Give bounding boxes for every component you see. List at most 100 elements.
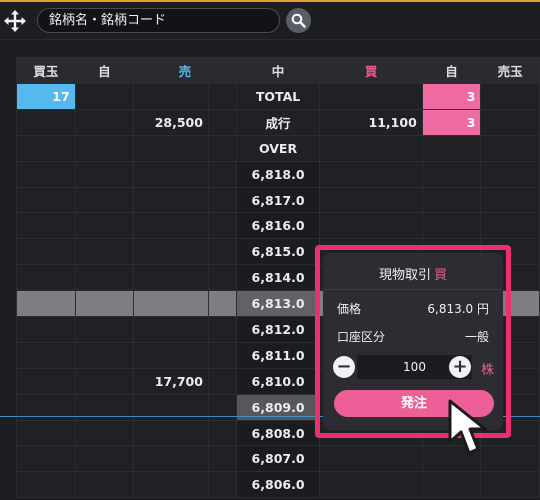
buy-position-cell[interactable]: [16, 471, 76, 499]
sell-side-spacer[interactable]: [207, 134, 237, 162]
sell-cell[interactable]: 28,500: [133, 108, 209, 136]
price-cell[interactable]: 6,807.0: [235, 445, 321, 473]
own-right-cell[interactable]: [421, 134, 482, 162]
sell-position-cell[interactable]: [480, 160, 540, 188]
sell-side-spacer[interactable]: [207, 238, 237, 266]
buy-cell[interactable]: [319, 160, 423, 188]
own-left-cell[interactable]: [74, 264, 135, 292]
sell-side-spacer[interactable]: [207, 316, 237, 343]
sell-cell[interactable]: [133, 471, 209, 499]
own-left-cell[interactable]: [74, 316, 135, 343]
table-row[interactable]: 6,806.0: [16, 471, 540, 499]
own-left-cell[interactable]: [74, 238, 135, 266]
sell-cell[interactable]: [133, 445, 209, 473]
account-type-value[interactable]: 一般: [413, 328, 489, 345]
buy-position-cell[interactable]: [16, 238, 76, 266]
table-row[interactable]: OVER: [16, 134, 540, 162]
price-cell[interactable]: 6,815.0: [235, 238, 321, 266]
table-row[interactable]: 17 TOTAL 3: [16, 83, 540, 110]
buy-cell[interactable]: 11,100: [319, 108, 423, 136]
sell-side-spacer[interactable]: [207, 471, 237, 499]
sell-side-spacer[interactable]: [207, 445, 237, 473]
buy-position-cell[interactable]: [16, 367, 76, 395]
buy-position-cell[interactable]: [16, 108, 76, 136]
sell-cell[interactable]: [133, 83, 209, 110]
sell-cell[interactable]: [133, 212, 209, 240]
own-right-cell[interactable]: [421, 160, 482, 188]
decrease-quantity-button[interactable]: −: [333, 356, 355, 378]
sell-position-cell[interactable]: [480, 134, 540, 162]
own-right-cell[interactable]: [421, 471, 482, 499]
buy-position-cell[interactable]: [16, 341, 76, 369]
sell-cell[interactable]: [133, 316, 209, 343]
sell-cell[interactable]: [133, 160, 209, 188]
increase-quantity-button[interactable]: +: [449, 356, 471, 378]
sell-cell[interactable]: [133, 341, 209, 369]
table-row[interactable]: 6,817.0: [16, 186, 540, 214]
price-cell[interactable]: 6,814.0: [235, 264, 321, 292]
own-left-cell[interactable]: [74, 445, 135, 473]
own-left-cell[interactable]: [74, 419, 135, 447]
own-left-cell[interactable]: [74, 367, 135, 395]
own-right-cell[interactable]: 3: [421, 108, 482, 136]
own-right-cell[interactable]: [421, 186, 482, 214]
price-cell[interactable]: 6,813.0: [235, 290, 321, 318]
table-row[interactable]: 28,500 成行 11,100 3: [16, 108, 540, 136]
search-button[interactable]: [286, 8, 311, 33]
sell-cell[interactable]: [133, 290, 209, 318]
own-left-cell[interactable]: [74, 134, 135, 162]
sell-side-spacer[interactable]: [207, 83, 237, 110]
price-cell[interactable]: 6,811.0: [235, 341, 321, 369]
buy-position-cell[interactable]: [16, 290, 76, 318]
buy-position-cell[interactable]: [16, 445, 76, 473]
sell-cell[interactable]: [133, 419, 209, 447]
price-cell[interactable]: 6,816.0: [235, 212, 321, 240]
price-cell[interactable]: 6,817.0: [235, 186, 321, 214]
own-left-cell[interactable]: [74, 471, 135, 499]
sell-side-spacer[interactable]: [207, 264, 237, 292]
sell-position-cell[interactable]: [480, 108, 540, 136]
buy-position-cell[interactable]: [16, 316, 76, 343]
sell-side-spacer[interactable]: [207, 186, 237, 214]
buy-cell[interactable]: [319, 134, 423, 162]
buy-cell[interactable]: [319, 471, 423, 499]
buy-position-cell[interactable]: [16, 134, 76, 162]
own-left-cell[interactable]: [74, 108, 135, 136]
sell-position-cell[interactable]: [480, 186, 540, 214]
sell-cell[interactable]: [133, 264, 209, 292]
sell-position-cell[interactable]: [480, 471, 540, 499]
move-icon[interactable]: [3, 9, 27, 33]
price-cell[interactable]: 6,818.0: [235, 160, 321, 188]
own-left-cell[interactable]: [74, 160, 135, 188]
buy-cell[interactable]: [319, 83, 423, 110]
buy-cell[interactable]: [319, 186, 423, 214]
sell-cell[interactable]: [133, 186, 209, 214]
buy-cell[interactable]: [319, 445, 423, 473]
sell-side-spacer[interactable]: [207, 419, 237, 447]
sell-position-cell[interactable]: [480, 212, 540, 240]
price-cell[interactable]: 6,812.0: [235, 316, 321, 343]
buy-position-cell[interactable]: [16, 186, 76, 214]
buy-position-cell[interactable]: [16, 212, 76, 240]
own-left-cell[interactable]: [74, 212, 135, 240]
sell-side-spacer[interactable]: [207, 367, 237, 395]
sell-position-cell[interactable]: [480, 83, 540, 110]
buy-position-cell[interactable]: 17: [16, 83, 76, 110]
buy-cell[interactable]: [319, 212, 423, 240]
sell-cell[interactable]: [133, 238, 209, 266]
own-left-cell[interactable]: [74, 290, 135, 318]
price-cell[interactable]: 6,808.0: [235, 419, 321, 447]
buy-position-cell[interactable]: [16, 160, 76, 188]
sell-cell[interactable]: [133, 134, 209, 162]
sell-side-spacer[interactable]: [207, 341, 237, 369]
price-cell[interactable]: 6,810.0: [235, 367, 321, 395]
table-row[interactable]: 6,816.0: [16, 212, 540, 240]
buy-position-cell[interactable]: [16, 264, 76, 292]
own-right-cell[interactable]: 3: [421, 83, 482, 110]
sell-side-spacer[interactable]: [207, 290, 237, 318]
sell-cell[interactable]: 17,700: [133, 367, 209, 395]
own-left-cell[interactable]: [74, 83, 135, 110]
buy-position-cell[interactable]: [16, 419, 76, 447]
own-left-cell[interactable]: [74, 341, 135, 369]
own-left-cell[interactable]: [74, 186, 135, 214]
